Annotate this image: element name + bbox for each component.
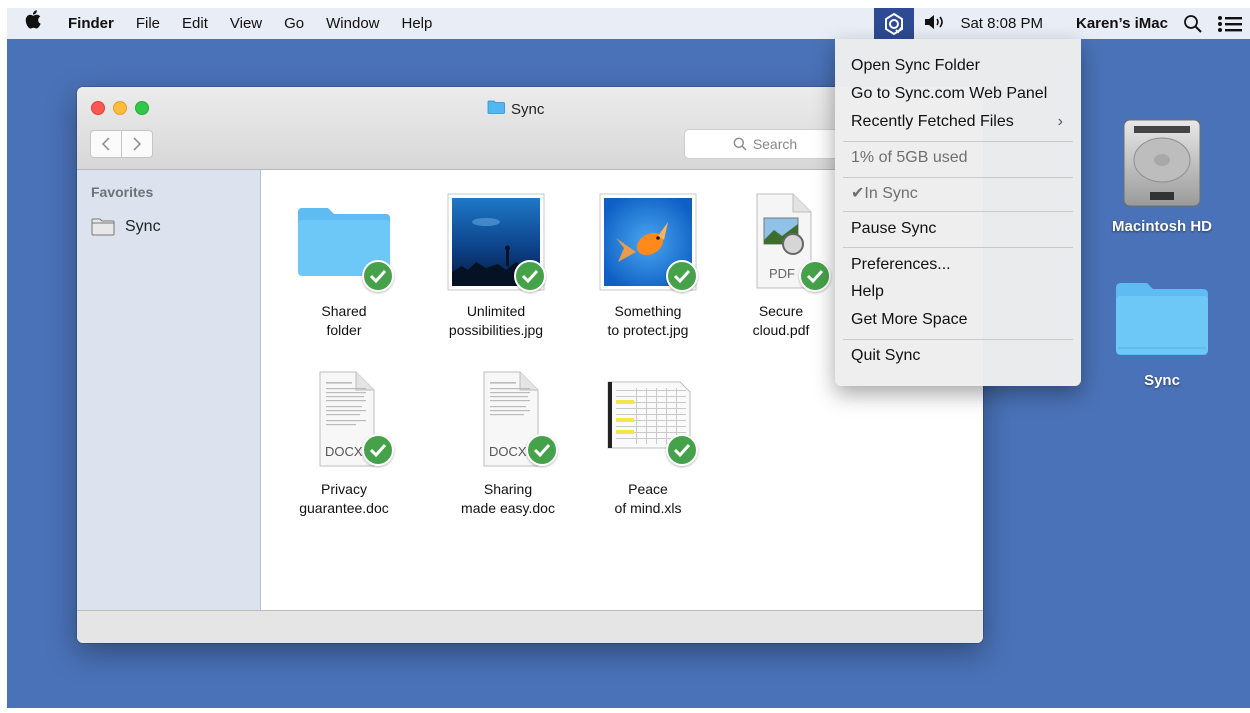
- file-item-sharing-made-easy[interactable]: DOCX Sharing made easy.doc: [433, 370, 583, 518]
- sync-dropdown-menu: Open Sync Folder Go to Sync.com Web Pane…: [835, 39, 1081, 386]
- file-item-unlimited-possibilities[interactable]: Unlimited possibilities.jpg: [421, 192, 571, 340]
- docx-document-icon: DOCX: [458, 370, 558, 470]
- sidebar: Favorites Sync: [77, 170, 261, 610]
- spotlight-search-icon[interactable]: [1176, 14, 1210, 34]
- synced-check-icon: [799, 260, 831, 292]
- notification-center-icon[interactable]: [1210, 14, 1250, 34]
- window-title: Sync: [487, 100, 544, 118]
- menu-view[interactable]: View: [219, 8, 273, 39]
- zoom-button[interactable]: [135, 101, 149, 115]
- search-placeholder: Search: [752, 136, 798, 152]
- synced-check-icon: [362, 260, 394, 292]
- menu-item-preferences[interactable]: Preferences...: [835, 252, 1081, 278]
- menu-item-pause-sync[interactable]: Pause Sync: [835, 216, 1081, 242]
- menu-help[interactable]: Help: [391, 8, 444, 39]
- chevron-left-icon: [101, 137, 110, 151]
- close-button[interactable]: [91, 101, 105, 115]
- menu-separator: [843, 141, 1073, 142]
- apple-menu-icon[interactable]: [7, 8, 57, 39]
- file-item-shared-folder[interactable]: Shared folder: [269, 192, 419, 340]
- chevron-right-icon: [133, 137, 142, 151]
- file-name: Secure cloud.pdf: [752, 303, 810, 338]
- menu-file[interactable]: File: [125, 8, 171, 39]
- docx-document-icon: DOCX: [294, 370, 394, 470]
- back-button[interactable]: [90, 130, 122, 158]
- svg-text:DOCX: DOCX: [325, 444, 363, 459]
- file-item-privacy-guarantee[interactable]: DOCX Privacy guarantee.doc: [269, 370, 419, 518]
- desktop-icon-macintosh-hd[interactable]: Macintosh HD: [1092, 118, 1232, 235]
- menu-window[interactable]: Window: [315, 8, 390, 39]
- spreadsheet-document-icon: [598, 370, 698, 470]
- window-title-text: Sync: [511, 100, 545, 118]
- menu-item-open-sync-folder[interactable]: Open Sync Folder: [835, 53, 1081, 79]
- menu-separator: [843, 247, 1073, 248]
- menu-separator: [843, 339, 1073, 340]
- menu-separator: [843, 211, 1073, 212]
- volume-icon[interactable]: [914, 14, 954, 34]
- menu-item-label: In Sync: [864, 185, 918, 202]
- folder-icon: [487, 100, 505, 118]
- svg-text:DOCX: DOCX: [489, 444, 527, 459]
- menu-item-label: Recently Fetched Files: [851, 113, 1014, 130]
- image-thumbnail-aquarium: [446, 192, 546, 292]
- search-icon: [733, 137, 747, 151]
- file-name: Peace of mind.xls: [614, 481, 682, 516]
- file-name: Unlimited possibilities.jpg: [448, 303, 544, 338]
- clock[interactable]: Sat 8:08 PM: [954, 8, 1065, 39]
- file-name: Sharing made easy.doc: [461, 481, 555, 516]
- menu-item-help[interactable]: Help: [835, 279, 1081, 305]
- status-area: Sat 8:08 PM Karen’s iMac: [874, 8, 1250, 39]
- file-name: Something to protect.jpg: [607, 303, 689, 338]
- file-item-secure-cloud-pdf[interactable]: PDF Secure cloud.pdf: [706, 192, 856, 340]
- menu-item-status: ✔In Sync: [835, 181, 1081, 207]
- synced-check-icon: [362, 434, 394, 466]
- menu-finder[interactable]: Finder: [57, 8, 125, 39]
- menu-item-web-panel[interactable]: Go to Sync.com Web Panel: [835, 81, 1081, 107]
- folder-icon: [91, 218, 115, 236]
- desktop: Finder File Edit View Go Window Help Sat…: [7, 8, 1250, 708]
- svg-text:PDF: PDF: [769, 266, 795, 281]
- menu-go[interactable]: Go: [273, 8, 315, 39]
- menu-item-quit-sync[interactable]: Quit Sync: [835, 343, 1081, 369]
- synced-check-icon: [666, 260, 698, 292]
- image-thumbnail-goldfish: [598, 192, 698, 292]
- menu-edit[interactable]: Edit: [171, 8, 219, 39]
- search-field[interactable]: Search: [684, 129, 846, 159]
- file-item-something-to-protect[interactable]: Something to protect.jpg: [573, 192, 723, 340]
- desktop-label-sync: Sync: [1144, 372, 1180, 389]
- chevron-right-icon: ›: [1057, 113, 1063, 130]
- user-name[interactable]: Karen’s iMac: [1065, 8, 1176, 39]
- file-name: Privacy guarantee.doc: [299, 481, 389, 516]
- pdf-document-icon: PDF: [731, 192, 831, 292]
- forward-button[interactable]: [122, 130, 153, 158]
- status-bar: [77, 610, 983, 643]
- menu-item-get-more-space[interactable]: Get More Space: [835, 307, 1081, 333]
- hard-drive-icon: [1120, 118, 1204, 210]
- sidebar-item-sync[interactable]: Sync: [91, 218, 161, 236]
- desktop-icon-sync-folder[interactable]: Sync: [1092, 280, 1232, 389]
- menu-item-recently-fetched[interactable]: Recently Fetched Files ›: [835, 109, 1081, 135]
- sidebar-heading: Favorites: [91, 184, 154, 200]
- synced-check-icon: [514, 260, 546, 292]
- folder-icon: [1112, 280, 1212, 358]
- file-name: Shared folder: [321, 303, 367, 338]
- file-item-peace-of-mind[interactable]: Peace of mind.xls: [573, 370, 723, 518]
- folder-icon: [294, 192, 394, 292]
- synced-check-icon: [526, 434, 558, 466]
- sidebar-item-label: Sync: [125, 218, 161, 235]
- minimize-button[interactable]: [113, 101, 127, 115]
- menu-separator: [843, 177, 1073, 178]
- synced-check-icon: [666, 434, 698, 466]
- checkmark-icon: ✔: [851, 185, 865, 202]
- traffic-lights: [91, 101, 149, 115]
- sync-status-icon[interactable]: [874, 8, 915, 39]
- nav-buttons: [90, 130, 153, 158]
- desktop-label-macintosh-hd: Macintosh HD: [1111, 218, 1212, 235]
- menu-bar: Finder File Edit View Go Window Help Sat…: [7, 8, 1250, 39]
- menu-item-usage: 1% of 5GB used: [851, 149, 968, 166]
